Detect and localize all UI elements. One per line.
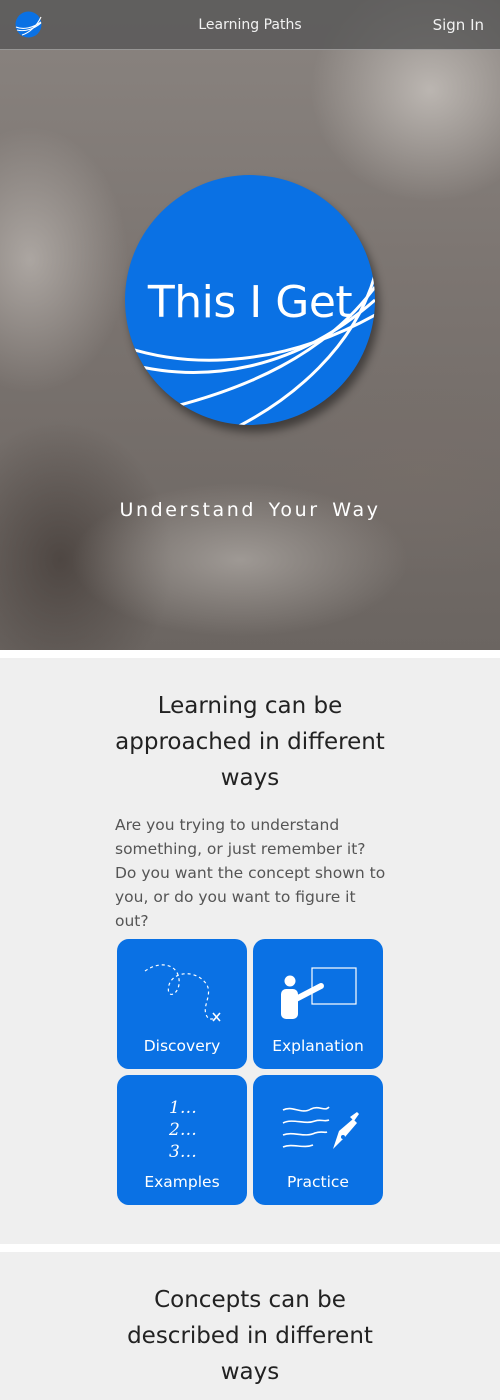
tile-label: Discovery	[143, 1037, 221, 1055]
section-title: Concepts can be described in different w…	[127, 1287, 373, 1385]
hero-logo: This I Get	[125, 175, 375, 425]
list-line-2: 2…	[168, 1120, 197, 1140]
sign-in-link[interactable]: Sign In	[433, 0, 484, 50]
learning-paths-link[interactable]: Learning Paths	[198, 17, 301, 33]
practice-tile[interactable]: Practice	[253, 1075, 383, 1205]
discovery-tile[interactable]: Discovery	[117, 939, 247, 1069]
logo-title: This I Get	[147, 277, 353, 328]
learning-approaches-section: Learning can be approached in different …	[0, 658, 500, 1244]
list-line-3: 3…	[169, 1142, 197, 1162]
hero-tagline: Understand Your Way	[119, 499, 381, 521]
explanation-tile[interactable]: Explanation	[253, 939, 383, 1069]
list-line-1: 1…	[169, 1098, 197, 1118]
tile-label: Explanation	[272, 1037, 364, 1055]
top-nav-bar: Learning Paths Sign In	[0, 0, 500, 50]
hero-section: Learning Paths Sign In This I Get Unders…	[0, 0, 500, 650]
tile-label: Examples	[144, 1173, 220, 1191]
examples-tile[interactable]: 1… 2… 3… Examples	[117, 1075, 247, 1205]
concepts-section: Concepts can be described in different w…	[0, 1252, 500, 1400]
section-title: Learning can be approached in different …	[115, 693, 385, 791]
section-description: Are you trying to understand something, …	[115, 816, 386, 930]
tile-label: Practice	[287, 1173, 349, 1191]
